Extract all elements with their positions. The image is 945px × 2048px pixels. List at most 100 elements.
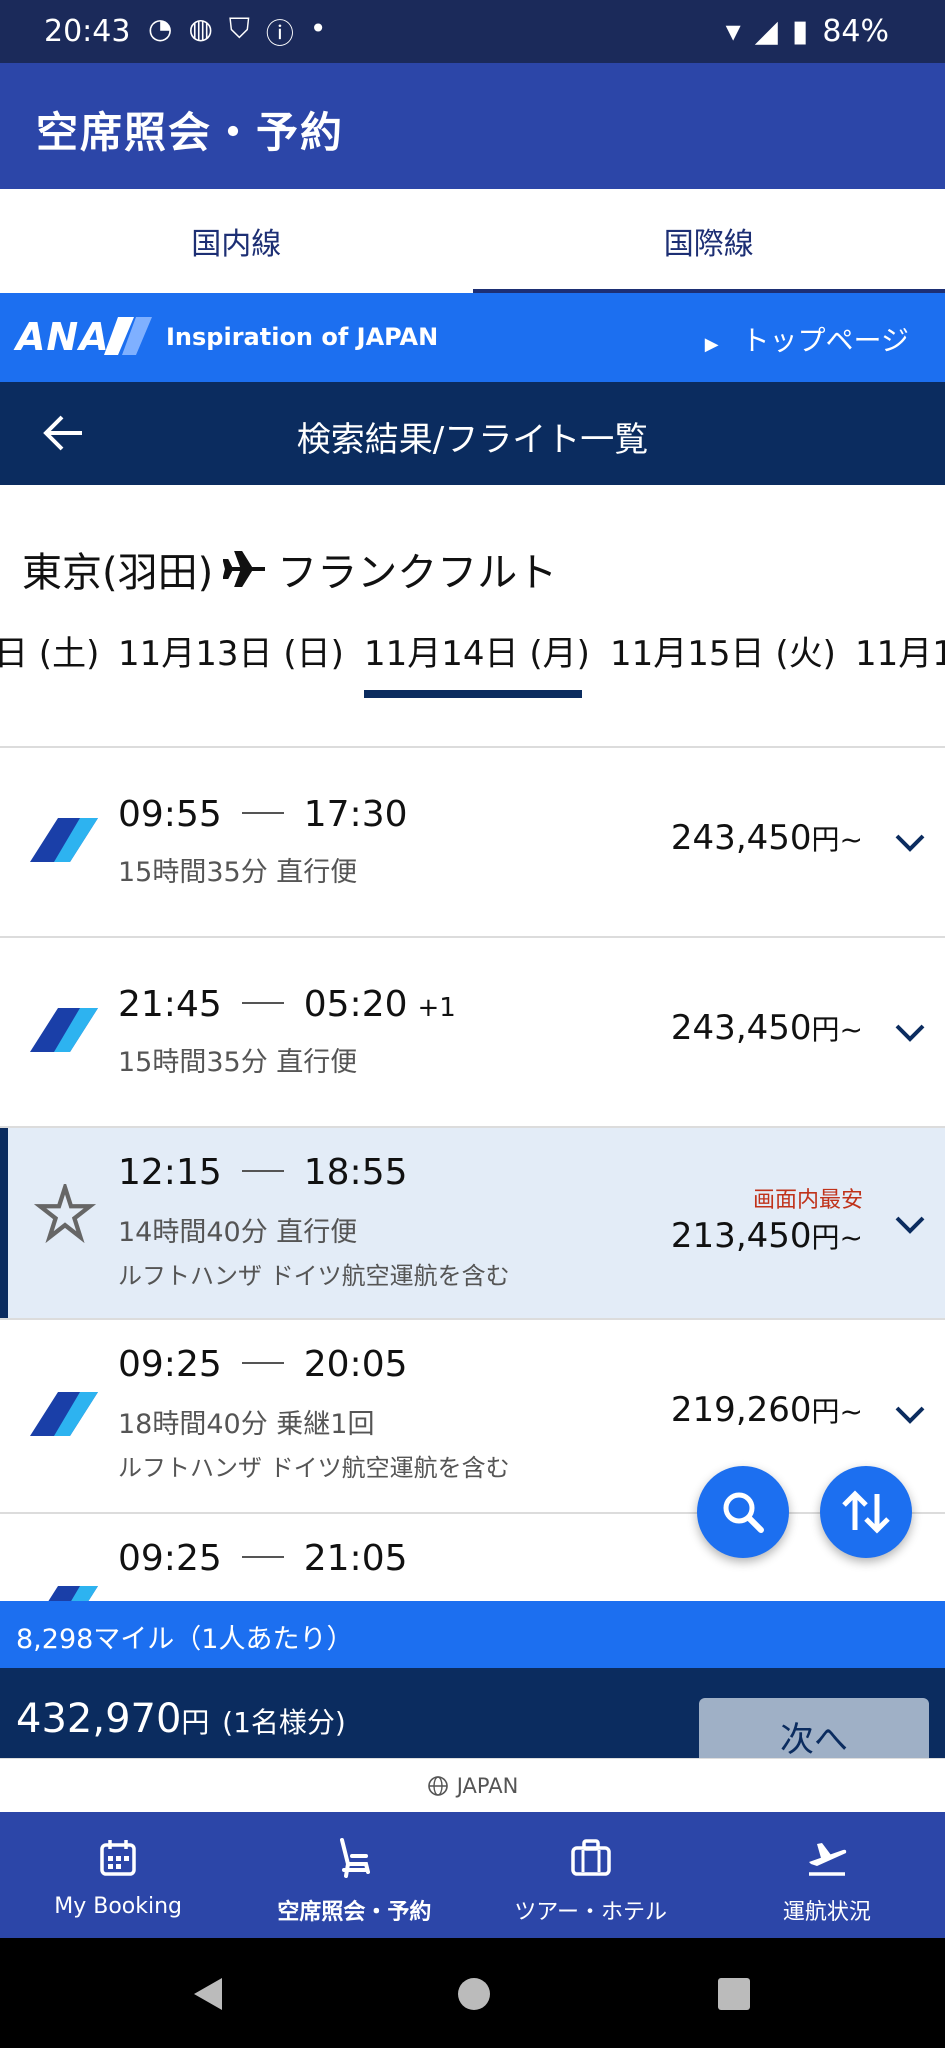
ana-logo: ANA	[16, 315, 110, 359]
results-title: 検索結果/フライト一覧	[296, 420, 649, 460]
arrive-time: 21:05	[303, 1538, 408, 1579]
depart-time: 21:45	[118, 984, 222, 1025]
flight-price: 243,450円~	[671, 1008, 863, 1048]
search-fab-button[interactable]	[697, 1466, 789, 1558]
notification-icon: ◔	[148, 12, 173, 45]
tab-international[interactable]: 国際線	[472, 189, 945, 293]
ana-tagline: Inspiration of JAPAN	[166, 323, 439, 351]
total-price-bar: 432,970円 (1名様分) 次へ	[0, 1668, 945, 1760]
flight-price: 219,260円~	[671, 1390, 863, 1430]
route-type-tabs: 国内線 国際線	[0, 189, 945, 293]
time-separator	[241, 812, 284, 814]
ana-airline-icon	[30, 1008, 98, 1052]
flight-price: 243,450円~	[671, 818, 863, 858]
nav-flight-status[interactable]: 運航状況	[709, 1812, 945, 1938]
chevron-down-icon[interactable]	[893, 1402, 927, 1426]
suitcase-icon	[570, 1839, 611, 1876]
price-unit: 円~	[811, 1395, 863, 1428]
flight-duration: 15時間35分 直行便	[118, 857, 358, 888]
price-unit: 円~	[811, 1221, 863, 1254]
triangle-right-icon: ▶	[704, 334, 719, 355]
search-icon	[723, 1492, 764, 1533]
nav-tour-hotel[interactable]: ツアー・ホテル	[473, 1812, 709, 1938]
chevron-down-icon[interactable]	[893, 830, 927, 854]
depart-time: 09:55	[118, 794, 222, 835]
nav-label: ツアー・ホテル	[514, 1900, 667, 1925]
chevron-down-icon[interactable]	[893, 1020, 927, 1044]
nav-seat-reservation[interactable]: 空席照会・予約	[236, 1812, 472, 1938]
bottom-navigation: My Booking 空席照会・予約 ツアー・ホテル 運航状況	[0, 1812, 945, 1938]
battery-icon: ▮	[791, 14, 809, 49]
ana-airline-icon	[30, 818, 98, 862]
ana-airline-icon	[30, 1392, 98, 1436]
nav-my-booking[interactable]: My Booking	[0, 1812, 236, 1938]
per-person-label: (1名様分)	[222, 1706, 346, 1739]
star-alliance-icon	[33, 1184, 97, 1244]
info-icon: ⓘ	[265, 17, 294, 50]
total-value: 432,970	[16, 1696, 182, 1742]
flight-price: 213,450円~	[671, 1216, 863, 1256]
time-separator	[241, 1556, 284, 1558]
total-unit: 円	[181, 1706, 210, 1739]
depart-time: 09:25	[118, 1538, 222, 1579]
nav-label: My Booking	[54, 1894, 183, 1919]
operating-carrier-note: ルフトハンザ ドイツ航空運航を含む	[118, 1262, 510, 1290]
seat-icon	[340, 1838, 371, 1878]
date-item[interactable]: 11月13日 (日)	[118, 626, 344, 675]
depart-time: 12:15	[118, 1152, 222, 1193]
globe-icon: ◍	[188, 12, 213, 45]
home-icon[interactable]	[454, 1974, 494, 2014]
globe-icon	[427, 1775, 448, 1796]
operating-carrier-note: ルフトハンザ ドイツ航空運航を含む	[118, 1454, 510, 1482]
date-item[interactable]: 11月15日 (火)	[610, 626, 836, 675]
flight-row[interactable]: 09:55 17:30 15時間35分 直行便 243,450円~	[0, 748, 945, 936]
shield-icon: ⛉	[228, 12, 250, 45]
arrive-time: 18:55	[303, 1152, 408, 1193]
back-icon[interactable]	[188, 1974, 228, 2014]
time-separator	[241, 1002, 284, 1004]
ana-banner: ANA Inspiration of JAPAN ▶ トップページ	[0, 293, 945, 382]
sort-fab-button[interactable]	[820, 1466, 912, 1558]
airplane-icon	[223, 551, 266, 587]
arrive-time: 17:30	[303, 794, 408, 835]
date-item-selected[interactable]: 11月14日 (月)	[364, 626, 590, 675]
flight-row[interactable]: 09:25 21:05	[0, 1514, 945, 1601]
chevron-down-icon[interactable]	[893, 1212, 927, 1236]
signal-icon: ◢	[754, 14, 778, 49]
time-separator	[241, 1170, 284, 1172]
wifi-icon: ▾	[725, 14, 741, 49]
selected-date-indicator	[364, 690, 582, 698]
status-bar: 20:43 ◔ ◍ ⛉ ⓘ • ▾ ◢ ▮ 84%	[0, 0, 945, 63]
results-header: 検索結果/フライト一覧	[0, 382, 945, 485]
total-amount: 432,970円 (1名様分)	[16, 1696, 346, 1742]
price-unit: 円~	[811, 1013, 863, 1046]
flight-row-cheapest[interactable]: 12:15 18:55 14時間40分 直行便 ルフトハンザ ドイツ航空運航を含…	[0, 1128, 945, 1318]
nav-label: 運航状況	[782, 1900, 871, 1925]
flight-row[interactable]: 09:25 20:05 18時間40分 乗継1回 ルフトハンザ ドイツ航空運航を…	[0, 1320, 945, 1512]
calendar-icon	[100, 1840, 136, 1876]
price-value: 243,450	[670, 818, 812, 858]
flight-times: 09:25 21:05	[118, 1538, 408, 1579]
flight-row[interactable]: 21:45 05:20 +1 15時間35分 直行便 243,450円~	[0, 938, 945, 1126]
top-page-link[interactable]: ▶ トップページ	[705, 319, 909, 359]
status-icons: ◔ ◍ ⛉ ⓘ •	[148, 12, 326, 52]
tab-label: 国際線	[663, 227, 754, 262]
date-item[interactable]: 日 (土)	[0, 626, 99, 675]
flight-times: 12:15 18:55	[118, 1152, 408, 1193]
next-button[interactable]: 次へ	[699, 1698, 929, 1760]
price-value: 243,450	[670, 1008, 812, 1048]
route-origin: 東京(羽田)	[22, 550, 214, 596]
status-time: 20:43	[44, 14, 131, 49]
recents-icon[interactable]	[716, 1976, 752, 2012]
region-label: JAPAN	[456, 1773, 519, 1798]
date-item[interactable]: 11月1	[855, 626, 945, 675]
flight-duration: 18時間40分 乗継1回	[118, 1409, 375, 1440]
plane-takeoff-icon	[808, 1843, 847, 1876]
ana-logo-mark-icon	[104, 317, 152, 355]
plus-day-badge: +1	[417, 993, 456, 1023]
route-summary: 東京(羽田) フランクフルト	[22, 540, 557, 598]
region-selector[interactable]: JAPAN	[0, 1758, 945, 1812]
route-destination: フランクフルト	[277, 550, 558, 596]
tab-domestic[interactable]: 国内線	[0, 189, 473, 293]
price-unit: 円~	[811, 823, 863, 856]
